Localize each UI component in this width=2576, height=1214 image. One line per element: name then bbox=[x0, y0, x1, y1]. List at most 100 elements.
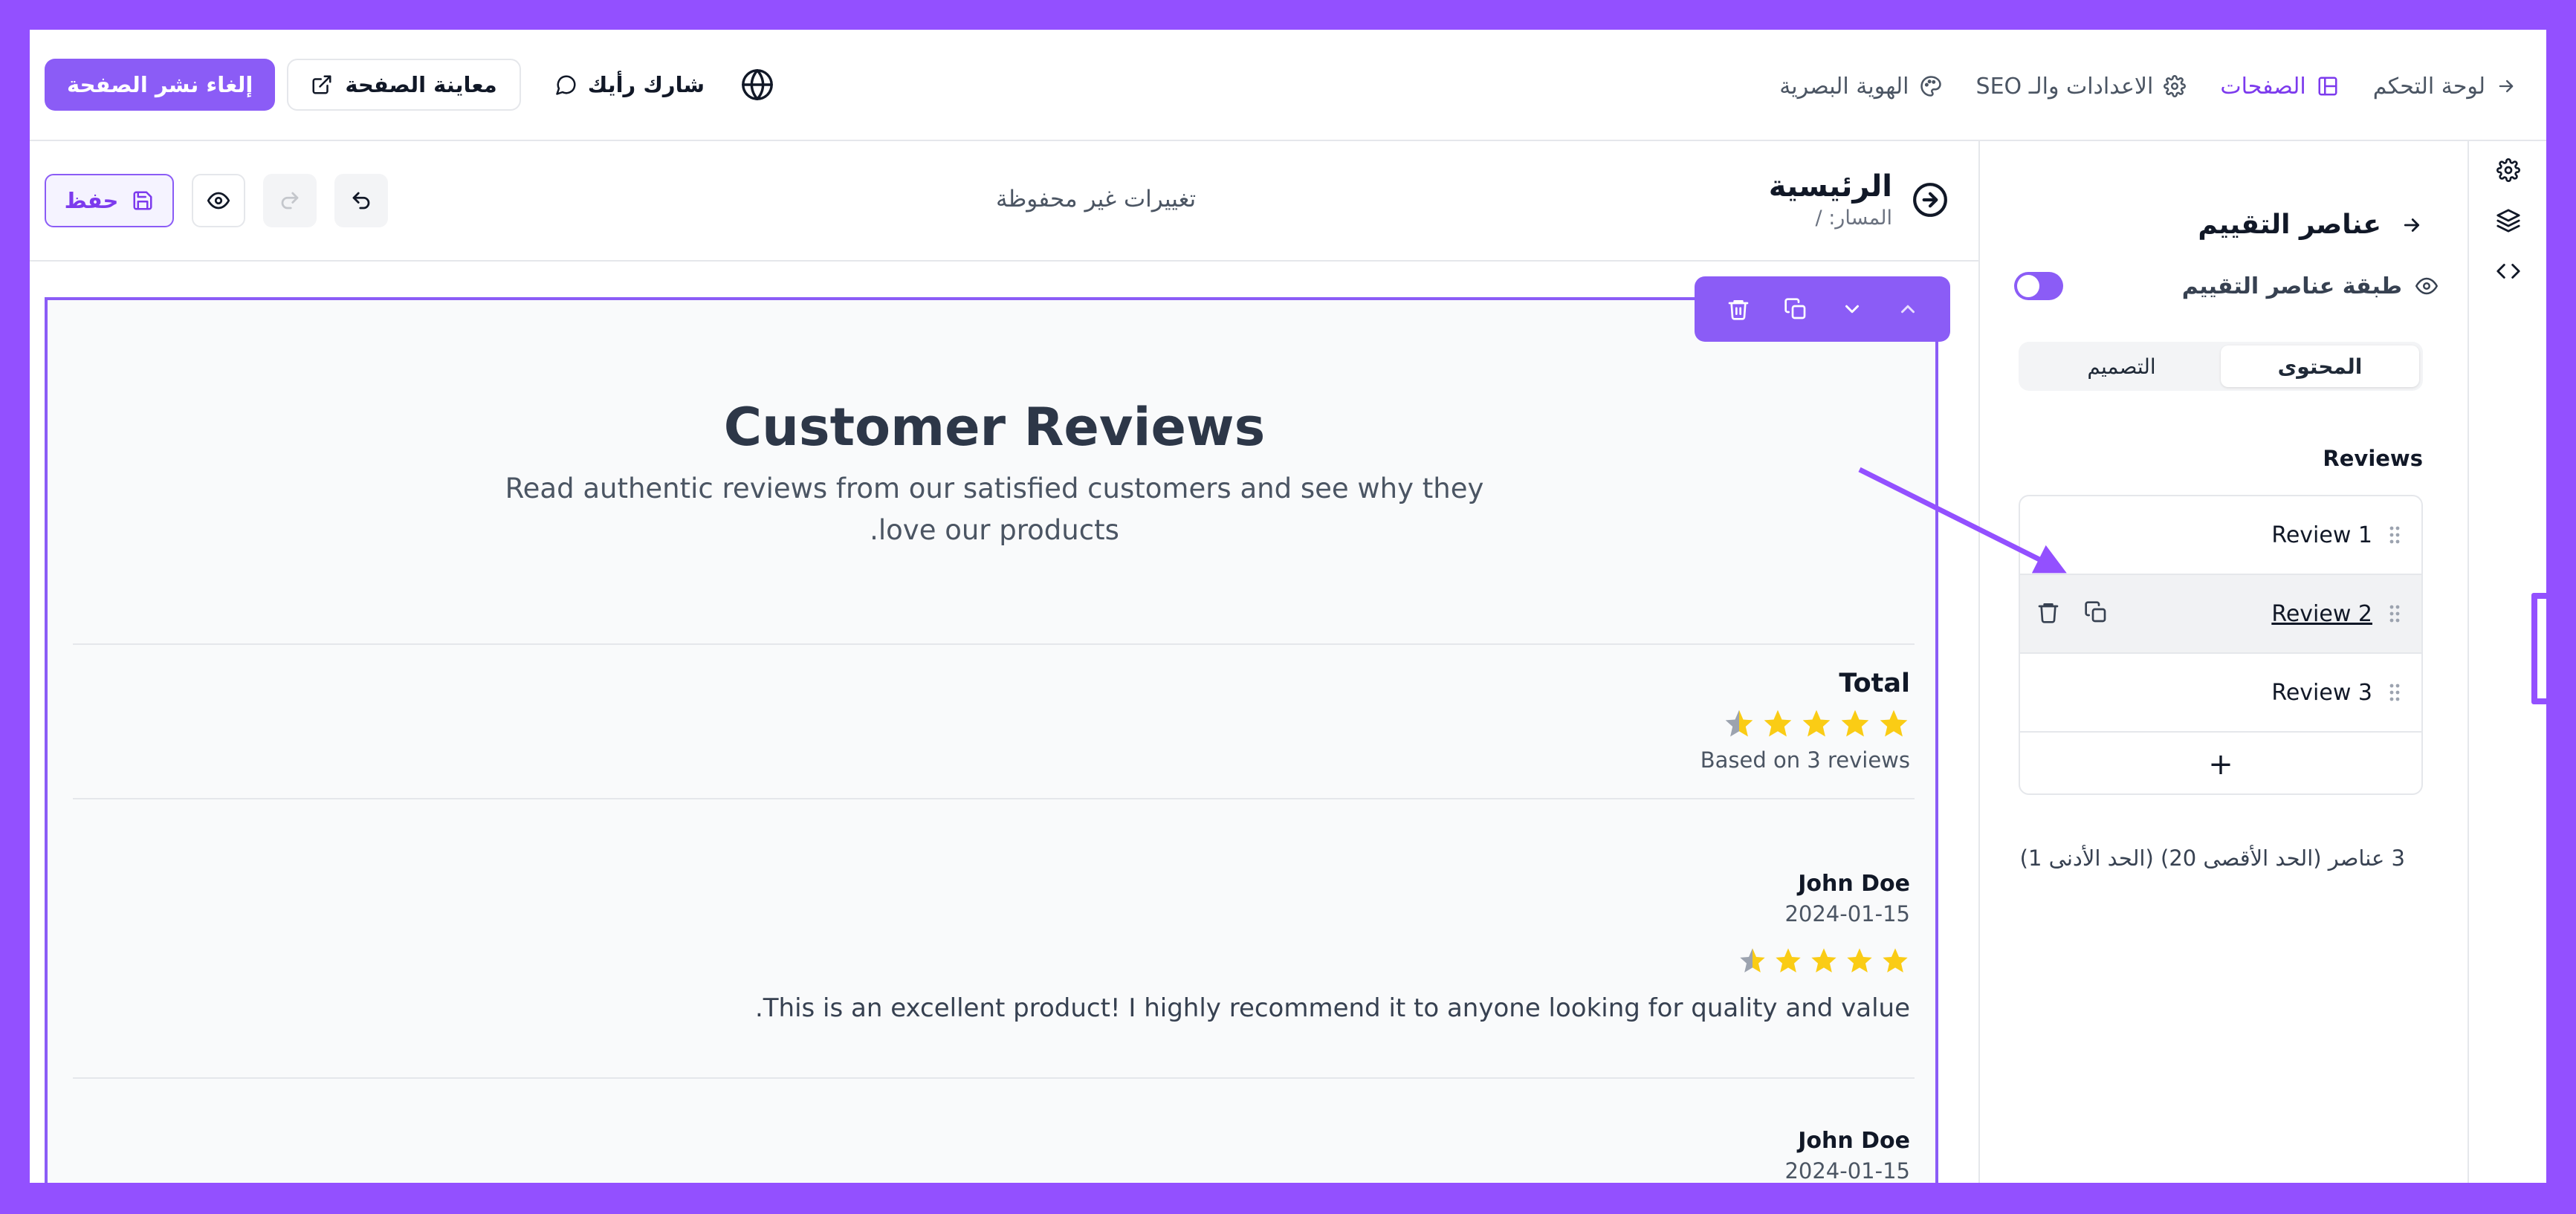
save-button[interactable]: حفظ bbox=[45, 174, 174, 227]
rail-code-button[interactable] bbox=[2490, 253, 2527, 290]
review-date: 2024-01-15 bbox=[1784, 1158, 1910, 1183]
reviews-section-preview[interactable]: Customer Reviews Read authentic reviews … bbox=[45, 297, 1938, 1183]
total-heading: Total bbox=[1839, 669, 1910, 698]
delete-highlight-box bbox=[2531, 593, 2546, 704]
redo-button[interactable] bbox=[263, 174, 317, 227]
layer-visibility-row: طبقة عناصر التقييم bbox=[2014, 267, 2438, 305]
add-review-button[interactable]: + bbox=[2020, 733, 2421, 793]
star-icon bbox=[1764, 710, 1792, 737]
back-arrow-icon[interactable] bbox=[2401, 214, 2423, 236]
divider bbox=[73, 798, 1915, 799]
star-icon bbox=[1811, 948, 1836, 973]
preview-page-button[interactable]: معاينة الصفحة bbox=[287, 59, 521, 111]
app-window: لوحة التحكم الصفحات الاعدادات والـ SEO ا… bbox=[30, 30, 2546, 1183]
review-card: John Doe 2024-01-15 This is an excellent… bbox=[126, 871, 1910, 1023]
page-title-group: الرئيسية المسار: / bbox=[1769, 169, 1949, 230]
tab-content[interactable]: المحتوى bbox=[2221, 345, 2419, 387]
drag-handle-icon[interactable] bbox=[2389, 683, 2401, 702]
chevron-down-icon[interactable] bbox=[1841, 298, 1863, 320]
language-button[interactable] bbox=[731, 59, 783, 111]
nav-settings-seo-label: الاعدادات والـ SEO bbox=[1975, 73, 2154, 100]
star-icon bbox=[1776, 948, 1801, 973]
external-link-icon bbox=[311, 74, 333, 96]
nav-settings-seo[interactable]: الاعدادات والـ SEO bbox=[1976, 74, 2187, 100]
total-stars bbox=[1700, 707, 1910, 740]
feedback-label: شارك رأيك bbox=[587, 72, 705, 97]
globe-icon bbox=[740, 68, 774, 102]
list-item-label: Review 2 bbox=[2271, 600, 2372, 627]
panel-header: عناصر التقييم bbox=[2198, 210, 2423, 240]
divider bbox=[73, 1077, 1915, 1079]
star-icon bbox=[1841, 710, 1869, 737]
divider bbox=[73, 643, 1915, 645]
layout-icon bbox=[2317, 75, 2339, 97]
preview-page-label: معاينة الصفحة bbox=[345, 72, 497, 97]
main-nav: لوحة التحكم الصفحات الاعدادات والـ SEO ا… bbox=[1779, 64, 2517, 108]
duplicate-icon[interactable] bbox=[1784, 297, 1808, 321]
total-subtitle: Based on 3 reviews bbox=[1700, 747, 1910, 773]
tab-design[interactable]: التصميم bbox=[2022, 345, 2221, 387]
preview-eye-button[interactable] bbox=[192, 174, 245, 227]
review-text: This is an excellent product! I highly r… bbox=[754, 993, 1910, 1023]
items-count-label: 3 عناصر (الحد الأقصى 20) (الحد الأدنى 1) bbox=[2019, 845, 2405, 871]
chevron-up-icon[interactable] bbox=[1897, 298, 1919, 320]
redo-icon bbox=[279, 189, 301, 212]
review-author: John Doe bbox=[1798, 1128, 1910, 1154]
drag-handle-icon[interactable] bbox=[2389, 604, 2401, 623]
list-item-review-1[interactable]: Review 1 bbox=[2020, 496, 2421, 575]
arrow-right-icon bbox=[2496, 76, 2517, 97]
star-icon bbox=[1802, 710, 1831, 737]
drag-handle-icon[interactable] bbox=[2389, 525, 2401, 545]
feedback-button[interactable]: شارك رأيك bbox=[533, 59, 719, 111]
section-toolbar bbox=[1695, 276, 1950, 342]
gear-icon bbox=[2496, 158, 2520, 182]
page-path: المسار: / bbox=[1815, 207, 1892, 230]
chat-bubble-icon bbox=[555, 74, 577, 96]
undo-button[interactable] bbox=[334, 174, 388, 227]
nav-dashboard[interactable]: لوحة التحكم bbox=[2373, 74, 2517, 100]
page-title: الرئيسية bbox=[1768, 169, 1892, 204]
total-rating-block: Total Based on 3 reviews bbox=[1700, 669, 1910, 773]
save-icon bbox=[132, 189, 154, 212]
review-items-list: Review 1 Review 2 Review 3 + bbox=[2019, 495, 2423, 795]
star-icon bbox=[1847, 948, 1872, 973]
rail-settings-button[interactable] bbox=[2490, 152, 2527, 189]
layer-toggle[interactable] bbox=[2014, 272, 2063, 300]
star-icon bbox=[1880, 710, 1908, 737]
top-bar: لوحة التحكم الصفحات الاعدادات والـ SEO ا… bbox=[30, 30, 2546, 141]
list-item-review-2[interactable]: Review 2 bbox=[2020, 575, 2421, 654]
code-icon bbox=[2496, 259, 2521, 284]
duplicate-icon[interactable] bbox=[2084, 600, 2108, 624]
save-label: حفظ bbox=[64, 188, 119, 213]
star-icon bbox=[1725, 710, 1753, 737]
eye-icon bbox=[207, 189, 230, 212]
review-author: John Doe bbox=[1798, 871, 1910, 897]
layer-label: طبقة عناصر التقييم bbox=[2181, 273, 2402, 299]
unpublish-button[interactable]: إلغاء نشر الصفحة bbox=[45, 59, 276, 111]
toggle-knob bbox=[2017, 275, 2039, 297]
list-item-review-3[interactable]: Review 3 bbox=[2020, 654, 2421, 733]
arrow-circle-right-icon[interactable] bbox=[1912, 181, 1949, 218]
eye-icon bbox=[2415, 275, 2438, 297]
list-item-label: Review 1 bbox=[2271, 522, 2372, 548]
layers-icon bbox=[2496, 208, 2521, 233]
section-description: Read authentic reviews from our satisfie… bbox=[505, 473, 1484, 546]
palette-icon bbox=[1920, 75, 1942, 97]
nav-dashboard-label: لوحة التحكم bbox=[2372, 73, 2485, 100]
review-stars bbox=[126, 946, 1910, 976]
list-item-label: Review 3 bbox=[2271, 679, 2372, 706]
panel-tabs: المحتوى التصميم bbox=[2019, 342, 2423, 391]
review-date: 2024-01-15 bbox=[1784, 901, 1910, 926]
topbar-actions: إلغاء نشر الصفحة معاينة الصفحة شارك رأيك bbox=[45, 57, 783, 112]
trash-icon[interactable] bbox=[2036, 600, 2060, 624]
star-icon bbox=[1740, 948, 1765, 973]
trash-icon[interactable] bbox=[1726, 297, 1750, 321]
nav-pages[interactable]: الصفحات bbox=[2220, 74, 2338, 100]
nav-visual-identity-label: الهوية البصرية bbox=[1779, 73, 1909, 100]
nav-visual-identity[interactable]: الهوية البصرية bbox=[1779, 74, 1941, 100]
reviews-section-label: Reviews bbox=[2323, 446, 2423, 471]
list-item-actions bbox=[2036, 600, 2108, 624]
rail-layers-button[interactable] bbox=[2490, 202, 2527, 239]
properties-panel: عناصر التقييم طبقة عناصر التقييم المحتوى… bbox=[1978, 141, 2546, 1183]
unsaved-changes-label: تغييرات غير محفوظة bbox=[996, 186, 1197, 212]
